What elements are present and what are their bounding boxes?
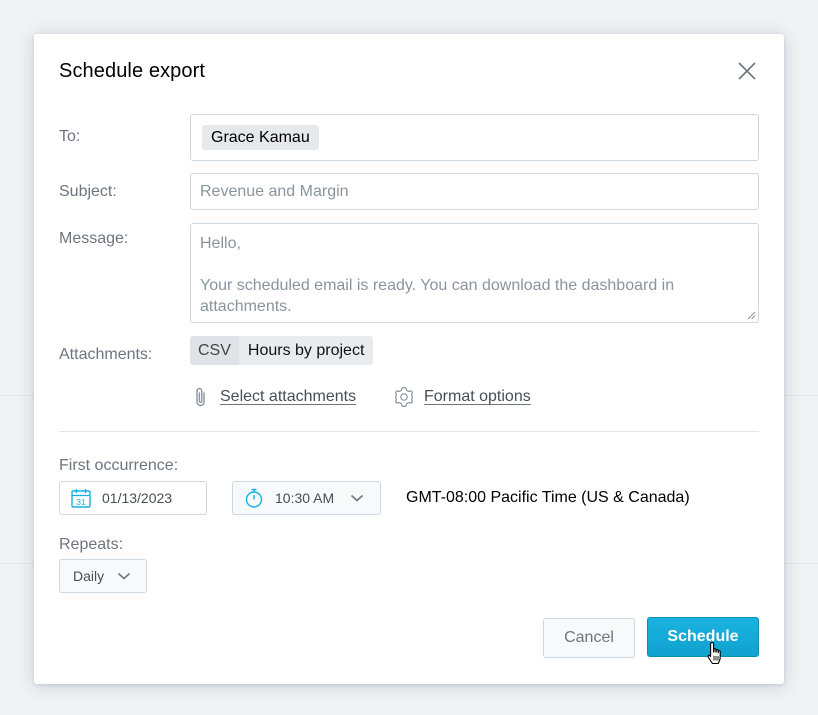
select-attachments-link[interactable]: Select attachments [192,385,356,409]
recipient-chip[interactable]: Grace Kamau [202,125,319,150]
resize-grip-icon[interactable] [747,311,756,320]
message-textarea[interactable]: Hello, Your scheduled email is ready. Yo… [190,223,759,323]
message-greeting: Hello, [200,235,241,252]
date-value: 01/13/2023 [102,490,173,506]
attachment-name: Hours by project [247,341,365,359]
time-value: 10:30 AM [275,490,335,506]
gear-icon [395,386,413,408]
dialog-title: Schedule export [59,60,206,82]
section-divider [59,431,759,432]
select-attachments-label: Select attachments [220,388,357,405]
attachments-label: Attachments: [59,346,153,363]
subject-input[interactable]: Revenue and Margin [190,173,759,210]
schedule-export-dialog: Schedule export To: Grace Kamau Subject:… [34,34,784,684]
to-label: To: [59,128,81,145]
calendar-icon: 31 [71,489,91,508]
message-label: Message: [59,230,129,247]
stopwatch-icon [245,488,263,508]
timezone-label: GMT-08:00 Pacific Time (US & Canada) [406,489,690,506]
attachment-chip[interactable]: CSV Hours by project [190,336,374,365]
format-options-link[interactable]: Format options [392,385,531,409]
paperclip-icon [196,387,205,407]
repeats-label: Repeats: [59,536,124,553]
format-options-label: Format options [424,388,531,405]
attachment-format-badge: CSV [190,336,239,365]
first-occurrence-label: First occurrence: [59,457,179,474]
close-icon [738,62,756,80]
cancel-button[interactable]: Cancel [543,618,635,658]
recipients-input[interactable]: Grace Kamau [190,114,759,161]
repeats-value: Daily [73,568,105,584]
chevron-down-icon [118,572,131,580]
time-dropdown[interactable]: 10:30 AM [232,481,381,515]
svg-text:31: 31 [76,497,86,507]
close-button[interactable] [734,58,760,84]
message-body: Your scheduled email is ready. You can d… [200,277,675,315]
schedule-button[interactable]: Schedule [647,617,759,657]
chevron-down-icon [351,494,364,502]
subject-label: Subject: [59,183,117,200]
date-picker-input[interactable]: 31 01/13/2023 [59,481,207,515]
repeats-dropdown[interactable]: Daily [59,559,147,593]
